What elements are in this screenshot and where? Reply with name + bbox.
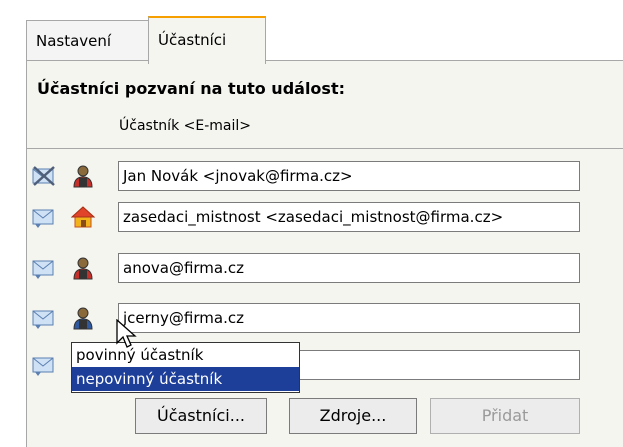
option-optional[interactable]: nepovinný účastník [72,367,299,391]
attendee-field[interactable]: jcerny@firma.cz [118,303,580,333]
mail-crossed-icon[interactable] [32,165,56,187]
attendee-field[interactable]: zasedaci_mistnost <zasedaci_mistnost@fir… [118,202,580,232]
role-dropdown[interactable]: povinný účastník nepovinný účastník [71,342,300,393]
tab-strip: Nastavení Účastníci [16,16,623,64]
section-title: Účastníci pozvaní na tuto událost: [37,79,345,98]
person-icon[interactable] [71,164,95,188]
person-icon[interactable] [71,256,95,280]
attendee-field[interactable]: anova@firma.cz [118,253,580,283]
attendees-panel: Účastníci pozvaní na tuto událost: Účast… [26,60,623,447]
tab-ucastnici[interactable]: Účastníci [148,16,266,64]
house-icon[interactable] [71,205,95,229]
attendee-row: Jan Novák <jnovak@firma.cz> [27,159,623,193]
attendee-row: anova@firma.cz [27,251,623,285]
mail-icon[interactable] [32,354,56,376]
mouse-cursor-icon [116,319,137,348]
tab-nastaveni[interactable]: Nastavení [26,20,150,60]
mail-icon[interactable] [32,257,56,279]
attendee-field[interactable]: Jan Novák <jnovak@firma.cz> [118,161,580,191]
divider [27,148,623,149]
attendees-button[interactable]: Účastníci... [135,398,267,434]
option-required[interactable]: povinný účastník [72,343,299,367]
person-icon[interactable] [71,306,95,330]
mail-icon[interactable] [32,206,56,228]
resources-button[interactable]: Zdroje... [289,398,417,434]
add-button[interactable]: Přidat [430,398,580,434]
attendee-row: zasedaci_mistnost <zasedaci_mistnost@fir… [27,200,623,234]
mail-icon[interactable] [32,307,56,329]
column-header: Účastník <E-mail> [119,118,251,134]
